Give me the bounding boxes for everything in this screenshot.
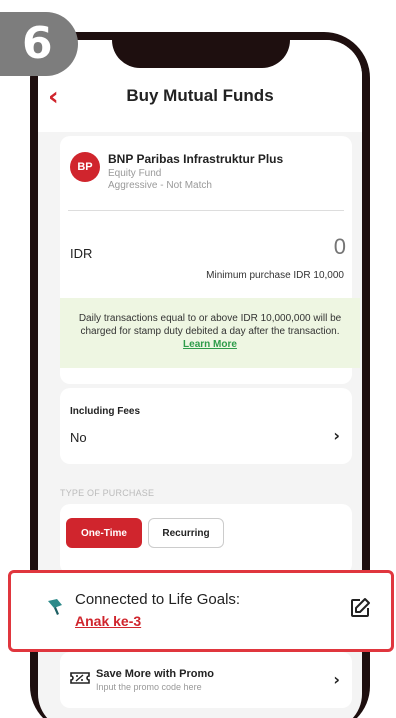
fund-type: Equity Fund xyxy=(108,168,162,179)
one-time-button[interactable]: One-Time xyxy=(66,518,142,548)
flag-icon xyxy=(48,599,62,615)
purchase-type-card: One-Time Recurring xyxy=(60,504,352,574)
promo-title: Save More with Promo xyxy=(96,668,214,680)
phone-notch xyxy=(112,32,290,68)
stamp-duty-notice: Daily transactions equal to or above IDR… xyxy=(60,298,360,368)
fund-risk-profile: Aggressive - Not Match xyxy=(108,180,212,191)
notice-text: Daily transactions equal to or above IDR… xyxy=(78,313,342,337)
divider xyxy=(68,210,344,211)
life-goals-row[interactable]: Connected to Life Goals: Anak ke-3 xyxy=(8,570,394,652)
fund-name: BNP Paribas Infrastruktur Plus xyxy=(108,152,284,166)
step-badge: 6 xyxy=(0,12,78,76)
minimum-purchase-text: Minimum purchase IDR 10,000 xyxy=(206,270,344,281)
fund-logo: BP xyxy=(70,152,100,182)
chevron-right-icon: › xyxy=(333,426,340,445)
promo-card[interactable]: Save More with Promo Input the promo cod… xyxy=(60,652,352,708)
page-title: Buy Mutual Funds xyxy=(126,86,274,105)
fees-label: Including Fees xyxy=(70,406,141,417)
section-label-purchase-type: TYPE OF PURCHASE xyxy=(60,488,155,498)
recurring-button[interactable]: Recurring xyxy=(148,518,224,548)
life-goals-label: Connected to Life Goals: xyxy=(75,591,241,608)
promo-subtitle: Input the promo code here xyxy=(96,682,202,692)
currency-label: IDR xyxy=(70,246,93,261)
amount-input[interactable] xyxy=(180,232,346,262)
life-goal-link[interactable]: Anak ke-3 xyxy=(75,613,141,629)
learn-more-link[interactable]: Learn More xyxy=(183,339,237,350)
chevron-right-icon: › xyxy=(333,670,340,689)
fees-card[interactable]: Including Fees No › xyxy=(60,388,352,464)
edit-icon[interactable] xyxy=(349,597,371,619)
ticket-icon xyxy=(70,672,90,684)
fees-value: No xyxy=(70,430,87,445)
